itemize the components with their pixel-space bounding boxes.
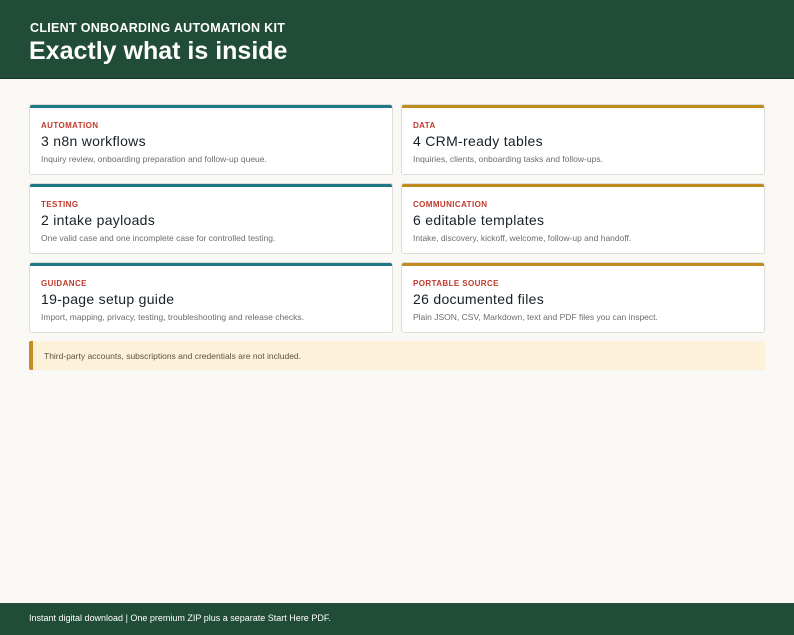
- card-category: TESTING: [41, 200, 79, 209]
- card-headline: 26 documented files: [413, 291, 545, 307]
- card-portable-source: PORTABLE SOURCE 26 documented files Plai…: [401, 262, 765, 333]
- card-accent-bar: [402, 105, 764, 108]
- card-accent-bar: [402, 184, 764, 187]
- contents-grid: AUTOMATION 3 n8n workflows Inquiry revie…: [29, 104, 765, 333]
- card-accent-bar: [402, 263, 764, 266]
- page-footer: Instant digital download | One premium Z…: [0, 603, 794, 635]
- card-description: Intake, discovery, kickoff, welcome, fol…: [413, 233, 632, 243]
- card-category: GUIDANCE: [41, 279, 87, 288]
- product-eyebrow: CLIENT ONBOARDING AUTOMATION KIT: [30, 21, 286, 35]
- card-guidance: GUIDANCE 19-page setup guide Import, map…: [29, 262, 393, 333]
- exclusion-note-text: Third-party accounts, subscriptions and …: [44, 351, 302, 361]
- card-category: COMMUNICATION: [413, 200, 488, 209]
- card-description: Plain JSON, CSV, Markdown, text and PDF …: [413, 312, 658, 322]
- card-testing: TESTING 2 intake payloads One valid case…: [29, 183, 393, 254]
- card-category: PORTABLE SOURCE: [413, 279, 499, 288]
- card-accent-bar: [30, 184, 392, 187]
- card-description: Inquiry review, onboarding preparation a…: [41, 154, 267, 164]
- card-headline: 3 n8n workflows: [41, 133, 146, 149]
- exclusion-note: Third-party accounts, subscriptions and …: [29, 341, 765, 370]
- card-accent-bar: [30, 105, 392, 108]
- card-headline: 6 editable templates: [413, 212, 545, 228]
- card-description: Inquiries, clients, onboarding tasks and…: [413, 154, 603, 164]
- card-category: DATA: [413, 121, 436, 130]
- card-description: Import, mapping, privacy, testing, troub…: [41, 312, 305, 322]
- card-data: DATA 4 CRM-ready tables Inquiries, clien…: [401, 104, 765, 175]
- card-accent-bar: [30, 263, 392, 266]
- page-title: Exactly what is inside: [29, 37, 288, 65]
- card-description: One valid case and one incomplete case f…: [41, 233, 276, 243]
- card-headline: 19-page setup guide: [41, 291, 175, 307]
- card-headline: 4 CRM-ready tables: [413, 133, 543, 149]
- card-headline: 2 intake payloads: [41, 212, 156, 228]
- card-automation: AUTOMATION 3 n8n workflows Inquiry revie…: [29, 104, 393, 175]
- card-communication: COMMUNICATION 6 editable templates Intak…: [401, 183, 765, 254]
- page-header: CLIENT ONBOARDING AUTOMATION KIT Exactly…: [0, 0, 794, 79]
- card-category: AUTOMATION: [41, 121, 99, 130]
- footer-text: Instant digital download | One premium Z…: [29, 613, 331, 623]
